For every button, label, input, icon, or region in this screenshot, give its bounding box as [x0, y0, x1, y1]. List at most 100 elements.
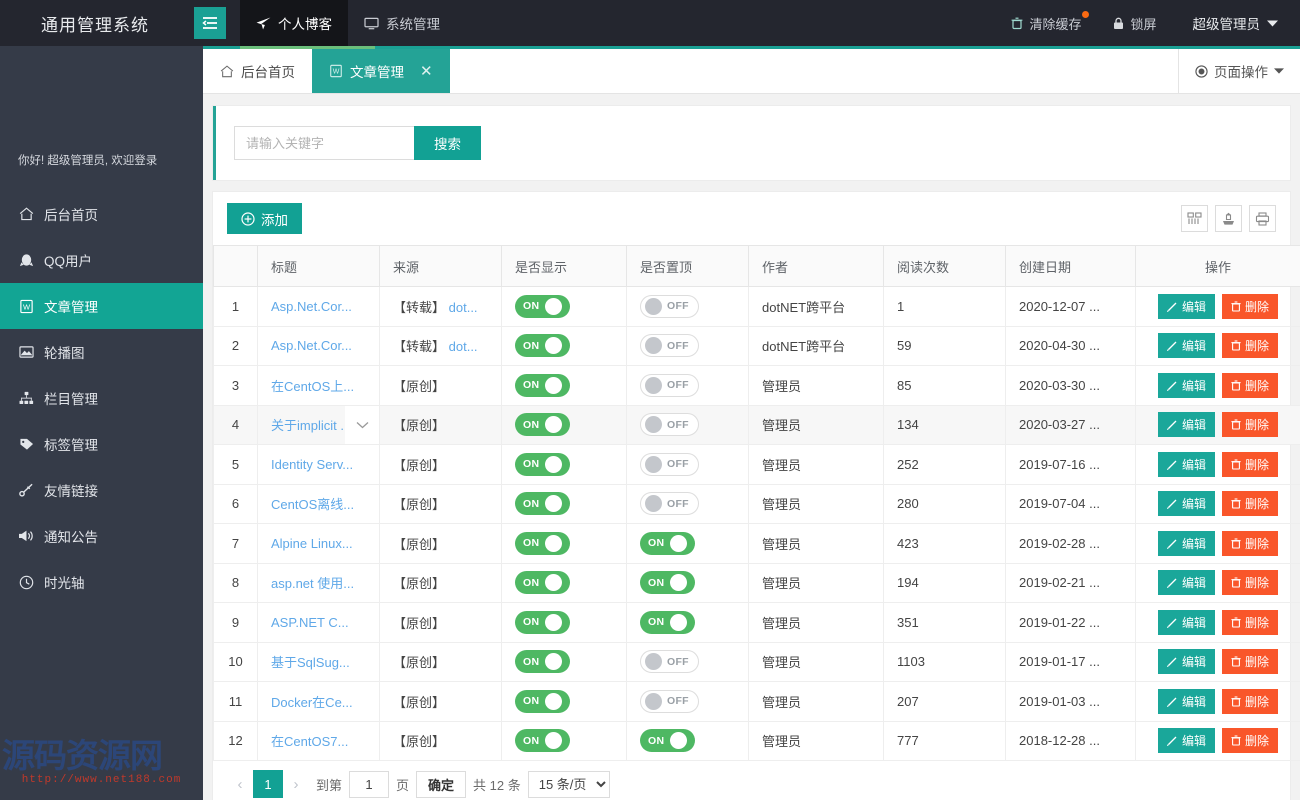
- table-row[interactable]: 10 基于SqlSug... 【原创】 ON OFF 管理员 1103 2019-01-17 …: [213, 641, 1300, 682]
- visible-switch[interactable]: ON: [515, 689, 570, 713]
- sidebar-item-article-manage[interactable]: W 文章管理: [0, 283, 203, 329]
- article-title-link[interactable]: 关于implicit ...: [271, 415, 351, 434]
- visible-switch[interactable]: ON: [515, 610, 570, 634]
- export-icon[interactable]: [1215, 205, 1242, 232]
- pinned-switch[interactable]: OFF: [640, 689, 699, 713]
- table-row[interactable]: 3 在CentOS上... 【原创】 ON OFF 管理员 85 2020-03-30 ...…: [213, 365, 1300, 406]
- article-title-link[interactable]: 基于SqlSug...: [271, 652, 350, 671]
- article-title-link[interactable]: Docker在Ce...: [271, 692, 353, 711]
- tab-article-manage[interactable]: W 文章管理 ✕: [312, 49, 450, 93]
- delete-button[interactable]: 删除: [1222, 728, 1279, 754]
- visible-switch[interactable]: ON: [515, 452, 570, 476]
- table-row[interactable]: 1 Asp.Net.Cor... 【转载】 dot... ON OFF dotNET跨平台…: [213, 286, 1300, 327]
- delete-button[interactable]: 删除: [1222, 412, 1279, 438]
- search-button[interactable]: 搜索: [414, 126, 481, 160]
- table-row[interactable]: 11 Docker在Ce... 【原创】 ON OFF 管理员 207 2019-01-03 …: [213, 681, 1300, 722]
- page-number-1[interactable]: 1: [253, 770, 283, 798]
- visible-switch[interactable]: ON: [515, 294, 570, 318]
- edit-button[interactable]: 编辑: [1157, 491, 1215, 517]
- edit-button[interactable]: 编辑: [1157, 728, 1215, 754]
- edit-button[interactable]: 编辑: [1157, 412, 1215, 438]
- article-title-link[interactable]: Asp.Net.Cor...: [271, 299, 352, 314]
- table-row[interactable]: 2 Asp.Net.Cor... 【转载】 dot... ON OFF dotNET跨平台…: [213, 325, 1300, 366]
- pinned-switch[interactable]: OFF: [640, 334, 699, 358]
- chevron-right-icon[interactable]: ›: [283, 770, 309, 798]
- sidebar-item-category-manage[interactable]: 栏目管理: [0, 375, 203, 421]
- page-size-select[interactable]: 15 条/页30 条/页50 条/页: [527, 770, 610, 798]
- article-title-link[interactable]: CentOS离线...: [271, 494, 354, 513]
- sidebar-item-friend-links[interactable]: 友情链接: [0, 467, 203, 513]
- top-nav-item-system[interactable]: 系统管理: [348, 0, 456, 46]
- table-row[interactable]: 8 asp.net 使用... 【原创】 ON ON 管理员 194 2019-02-21 .…: [213, 562, 1300, 603]
- sidebar-item-notice[interactable]: 通知公告: [0, 513, 203, 559]
- columns-icon[interactable]: [1181, 205, 1208, 232]
- edit-button[interactable]: 编辑: [1157, 372, 1215, 398]
- visible-switch[interactable]: ON: [515, 531, 570, 555]
- sidebar-item-home[interactable]: 后台首页: [0, 191, 203, 237]
- table-row[interactable]: 6 CentOS离线... 【原创】 ON OFF 管理员 280 2019-07-04 ..…: [213, 483, 1300, 524]
- pinned-switch[interactable]: OFF: [640, 650, 699, 674]
- pinned-switch[interactable]: ON: [640, 531, 695, 555]
- delete-button[interactable]: 删除: [1222, 333, 1279, 359]
- visible-switch[interactable]: ON: [515, 373, 570, 397]
- row-expander-chevron-down-icon[interactable]: [345, 405, 379, 444]
- page-operations-button[interactable]: 页面操作: [1178, 49, 1300, 93]
- table-row[interactable]: 9 ASP.NET C... 【原创】 ON ON 管理员 351 2019-01-22 ..…: [213, 602, 1300, 643]
- article-title-link[interactable]: 在CentOS上...: [271, 376, 354, 395]
- pinned-switch[interactable]: ON: [640, 571, 695, 595]
- edit-button[interactable]: 编辑: [1157, 609, 1215, 635]
- top-nav-item-blog[interactable]: 个人博客: [240, 0, 348, 46]
- pinned-switch[interactable]: OFF: [640, 492, 699, 516]
- article-title-link[interactable]: Identity Serv...: [271, 457, 353, 472]
- visible-switch[interactable]: ON: [515, 650, 570, 674]
- article-title-link[interactable]: 在CentOS7...: [271, 731, 348, 750]
- sidebar-item-qq-users[interactable]: QQ用户: [0, 237, 203, 283]
- source-link[interactable]: dot...: [449, 300, 478, 315]
- delete-button[interactable]: 删除: [1222, 293, 1279, 319]
- sidebar-item-tag-manage[interactable]: 标签管理: [0, 421, 203, 467]
- table-row[interactable]: 4 关于implicit ... 【原创】 ON OFF 管理员 134 2020-03-27…: [213, 404, 1300, 445]
- delete-button[interactable]: 删除: [1222, 609, 1279, 635]
- edit-button[interactable]: 编辑: [1157, 688, 1215, 714]
- tab-home[interactable]: 后台首页: [203, 49, 312, 93]
- pinned-switch[interactable]: OFF: [640, 413, 699, 437]
- user-menu-button[interactable]: 超级管理员: [1175, 0, 1287, 46]
- table-row[interactable]: 7 Alpine Linux... 【原创】 ON ON 管理员 423 2019-02-28…: [213, 523, 1300, 564]
- article-title-link[interactable]: Alpine Linux...: [271, 536, 353, 551]
- visible-switch[interactable]: ON: [515, 571, 570, 595]
- visible-switch[interactable]: ON: [515, 413, 570, 437]
- edit-button[interactable]: 编辑: [1157, 649, 1215, 675]
- edit-button[interactable]: 编辑: [1157, 451, 1215, 477]
- pinned-switch[interactable]: OFF: [640, 373, 699, 397]
- edit-button[interactable]: 编辑: [1157, 333, 1215, 359]
- goto-page-input[interactable]: [349, 770, 390, 798]
- edit-button[interactable]: 编辑: [1157, 293, 1215, 319]
- hamburger-icon[interactable]: [194, 7, 226, 39]
- delete-button[interactable]: 删除: [1222, 372, 1279, 398]
- delete-button[interactable]: 删除: [1222, 530, 1279, 556]
- source-link[interactable]: dot...: [449, 339, 478, 354]
- delete-button[interactable]: 删除: [1222, 451, 1279, 477]
- chevron-left-icon[interactable]: ‹: [227, 770, 253, 798]
- sidebar-item-carousel[interactable]: 轮播图: [0, 329, 203, 375]
- delete-button[interactable]: 删除: [1222, 649, 1279, 675]
- confirm-page-button[interactable]: 确定: [416, 770, 467, 798]
- article-title-link[interactable]: asp.net 使用...: [271, 573, 354, 592]
- article-title-link[interactable]: Asp.Net.Cor...: [271, 338, 352, 353]
- clear-cache-button[interactable]: 清除缓存: [997, 0, 1095, 46]
- visible-switch[interactable]: ON: [515, 729, 570, 753]
- visible-switch[interactable]: ON: [515, 334, 570, 358]
- edit-button[interactable]: 编辑: [1157, 530, 1215, 556]
- visible-switch[interactable]: ON: [515, 492, 570, 516]
- close-icon[interactable]: ✕: [420, 62, 433, 80]
- pinned-switch[interactable]: OFF: [640, 452, 699, 476]
- lock-screen-button[interactable]: 锁屏: [1099, 0, 1170, 46]
- pinned-switch[interactable]: ON: [640, 729, 695, 753]
- delete-button[interactable]: 删除: [1222, 570, 1279, 596]
- sidebar-item-timeline[interactable]: 时光轴: [0, 559, 203, 605]
- print-icon[interactable]: [1249, 205, 1276, 232]
- article-title-link[interactable]: ASP.NET C...: [271, 615, 349, 630]
- delete-button[interactable]: 删除: [1222, 688, 1279, 714]
- table-row[interactable]: 5 Identity Serv... 【原创】 ON OFF 管理员 252 2019-07-…: [213, 444, 1300, 485]
- add-button[interactable]: 添加: [227, 203, 302, 234]
